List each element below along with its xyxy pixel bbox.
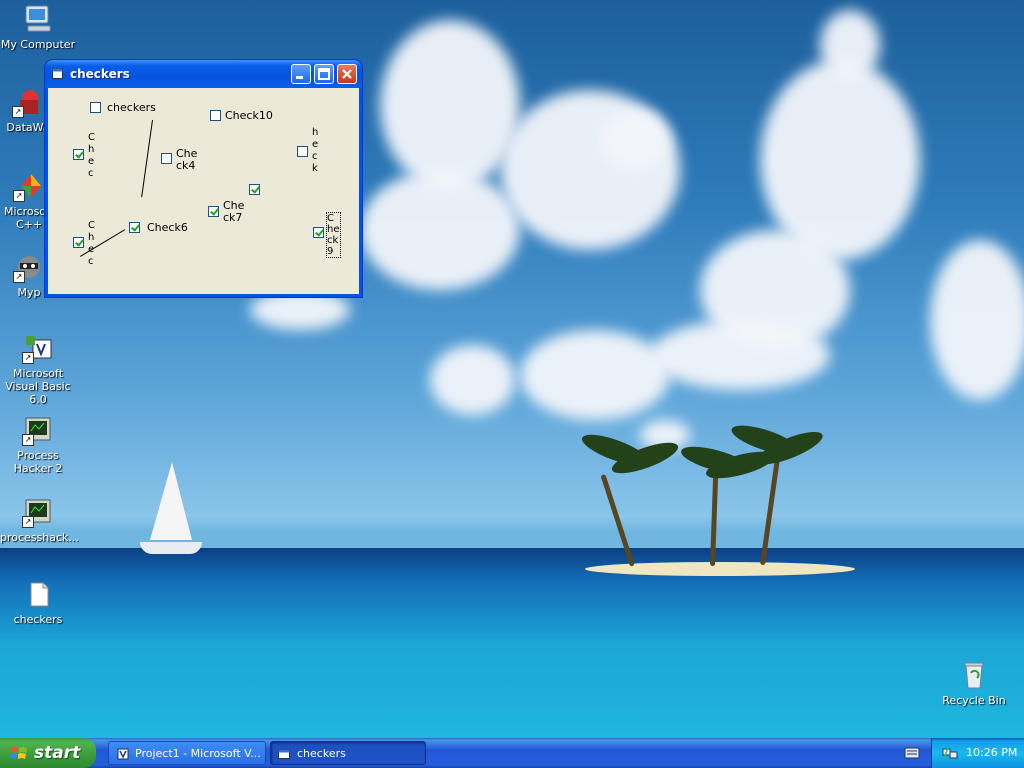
checkbox-label: heck — [312, 127, 319, 174]
form-line — [141, 119, 153, 198]
desktop-icon-recycle-bin[interactable]: Recycle Bin — [936, 659, 1012, 707]
form-icon — [278, 749, 290, 759]
start-label: start — [34, 743, 81, 763]
wallpaper-cloud — [520, 330, 670, 420]
desktop-icon-label: processhack... — [0, 531, 79, 544]
checkbox-box[interactable] — [73, 149, 84, 160]
wallpaper-cloud — [430, 345, 515, 415]
checkbox-label: Check10 — [225, 109, 273, 122]
checkbox-check10[interactable]: Check10 — [210, 110, 273, 122]
checkbox-box[interactable] — [208, 206, 219, 217]
shortcut-arrow-icon: ↗ — [22, 352, 34, 364]
checkbox-box[interactable] — [73, 237, 84, 248]
checkbox-label: Check6 — [147, 221, 188, 234]
desktop-icon-label: My Computer — [0, 38, 76, 51]
desktop-icon-my-computer[interactable]: My Computer — [0, 3, 76, 51]
taskbar-button-checkers[interactable]: checkers — [270, 741, 426, 765]
file-icon — [22, 578, 54, 610]
checkbox-check4[interactable]: Check4 — [161, 148, 200, 172]
wallpaper-cloud — [600, 110, 670, 170]
wallpaper-sea — [0, 548, 1024, 738]
desktop-icon-process-hacker[interactable]: ↗ Process Hacker 2 — [0, 414, 76, 475]
checkbox-box[interactable] — [313, 227, 324, 238]
checkbox-box[interactable] — [210, 110, 221, 121]
network-icon[interactable] — [942, 746, 958, 760]
minimize-icon — [296, 76, 303, 79]
shortcut-arrow-icon: ↗ — [12, 106, 24, 118]
checkbox-check-a[interactable]: Check — [73, 132, 96, 176]
desktop-icon-label: checkers — [13, 613, 63, 626]
checkers-window[interactable]: checkers checkers Check10 Chec Check4 he… — [45, 60, 362, 297]
form-client-area: checkers Check10 Check Check4 heck — [48, 88, 359, 294]
checkbox-checkers[interactable]: checkers — [90, 102, 156, 114]
desktop-icon-label: Process Hacker 2 — [13, 449, 63, 475]
checkbox-label: Check4 — [176, 147, 198, 172]
visual-basic-icon: ↗ — [22, 332, 54, 364]
desktop: My Computer ↗ DataWa ↗ Microsoft C++ ↗ M… — [0, 0, 1024, 738]
minimize-button[interactable] — [291, 64, 311, 84]
checkbox-check6[interactable]: Check6 — [129, 222, 188, 234]
checkbox-check-d[interactable]: Check — [73, 220, 96, 268]
checkbox-box[interactable] — [161, 153, 172, 164]
wallpaper-island — [585, 562, 855, 576]
form-icon — [52, 68, 63, 79]
window-title: checkers — [70, 67, 130, 81]
shortcut-arrow-icon: ↗ — [22, 516, 34, 528]
checkbox-check-b[interactable]: heck — [297, 127, 320, 175]
shortcut-arrow-icon: ↗ — [13, 271, 25, 283]
close-icon — [342, 69, 352, 79]
checkbox-check9[interactable]: Check9 — [313, 212, 341, 258]
shortcut-arrow-icon: ↗ — [13, 190, 25, 202]
raccoon-app-icon: ↗ — [13, 251, 45, 283]
checkbox-check-c[interactable] — [249, 184, 264, 195]
wallpaper-cloud — [930, 240, 1024, 400]
wallpaper-boat — [140, 542, 202, 554]
wallpaper-cloud — [650, 320, 830, 390]
desktop-icon-visual-basic[interactable]: ↗ Microsoft Visual Basic 6.0 — [0, 332, 76, 406]
keyboard-icon[interactable] — [904, 746, 920, 760]
desktop-icon-label: Recycle Bin — [942, 694, 1006, 707]
taskbar-button-project1[interactable]: Project1 - Microsoft V... — [108, 741, 266, 765]
desktop-icon-processhacker[interactable]: ↗ processhack... — [0, 496, 79, 544]
checkbox-box[interactable] — [249, 184, 260, 195]
process-hacker-icon: ↗ — [22, 496, 54, 528]
title-bar[interactable]: checkers — [45, 60, 362, 88]
visual-cpp-icon: ↗ — [13, 170, 45, 202]
visual-basic-icon — [117, 748, 129, 760]
taskbar: start Project1 - Microsoft V... checkers… — [0, 738, 1024, 768]
wallpaper-cloud — [380, 20, 520, 190]
process-hacker-icon: ↗ — [22, 414, 54, 446]
system-tray: 10:26 PM — [931, 738, 1024, 768]
checkbox-label: Check — [88, 220, 95, 267]
maximize-icon — [318, 68, 330, 80]
wallpaper-sailboat — [150, 462, 192, 540]
checkbox-check7[interactable]: Check7 — [208, 200, 247, 224]
checkbox-box[interactable] — [297, 146, 308, 157]
checkbox-label: Check7 — [223, 199, 245, 224]
maximize-button[interactable] — [314, 64, 334, 84]
checkbox-label: Check — [88, 132, 95, 176]
checkbox-box[interactable] — [129, 222, 140, 233]
checkbox-label: checkers — [107, 101, 156, 114]
shortcut-arrow-icon: ↗ — [22, 434, 34, 446]
computer-icon — [22, 3, 54, 35]
wallpaper-cloud — [360, 170, 520, 290]
checkbox-box[interactable] — [90, 102, 101, 113]
desktop-icon-checkers[interactable]: checkers — [0, 578, 76, 626]
recycle-bin-icon — [958, 659, 990, 691]
start-button[interactable]: start — [0, 738, 96, 768]
taskbar-button-label: Project1 - Microsoft V... — [135, 747, 261, 760]
close-button[interactable] — [337, 64, 357, 84]
taskbar-button-label: checkers — [297, 747, 346, 760]
windows-logo-icon — [10, 747, 27, 759]
clock: 10:26 PM — [966, 746, 1018, 759]
desktop-icon-label: Microsoft Visual Basic 6.0 — [5, 367, 71, 406]
wallpaper-cloud — [820, 10, 880, 80]
checkbox-label: Check9 — [326, 212, 341, 258]
datawa-app-icon: ↗ — [12, 86, 44, 118]
